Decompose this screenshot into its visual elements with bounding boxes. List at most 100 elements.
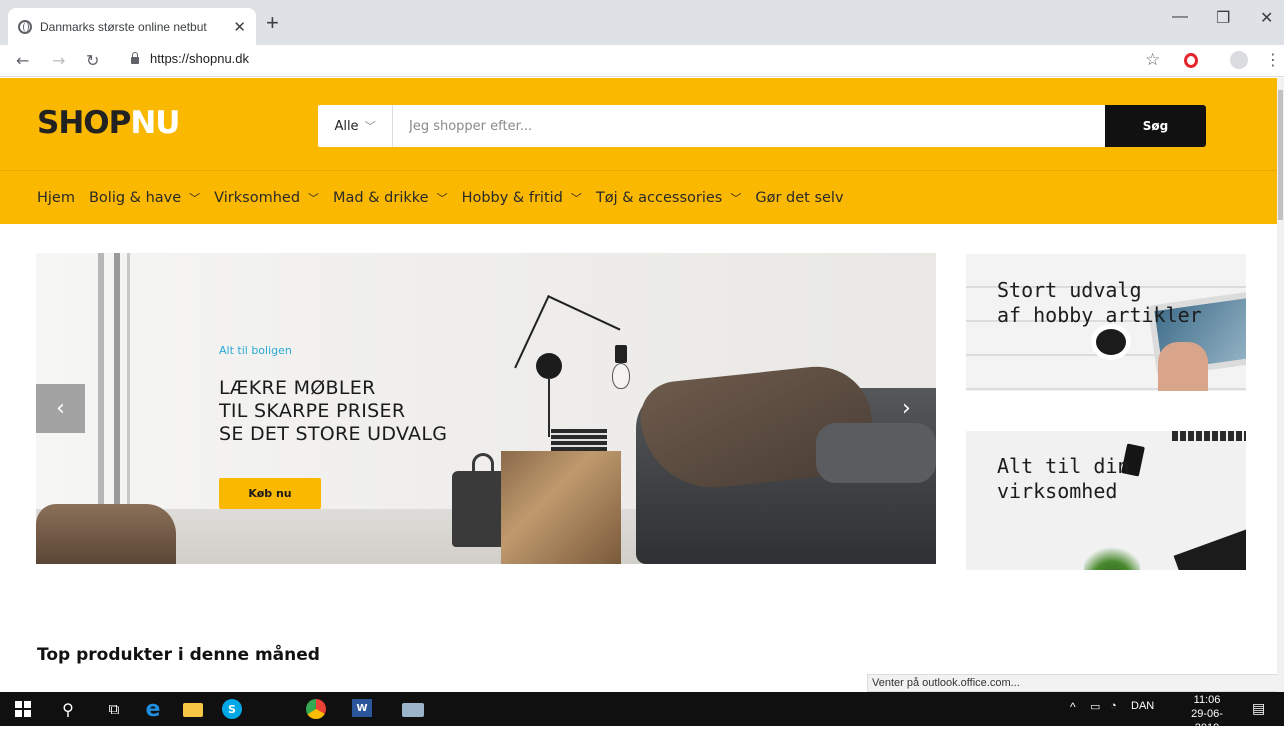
task-view-icon[interactable]: ⧉ bbox=[104, 699, 124, 719]
hobby-banner-text: Stort udvalg af hobby artikler bbox=[997, 278, 1202, 328]
windows-start-icon[interactable] bbox=[14, 700, 32, 718]
business-banner-line-2: virksomhed bbox=[997, 479, 1118, 503]
nav-item-label: Mad & drikke bbox=[333, 189, 429, 206]
nav-item-bolig-have[interactable]: Bolig & have ﹀ bbox=[89, 190, 200, 206]
battery-icon[interactable]: ▭ bbox=[1090, 700, 1100, 713]
nav-item-virksomhed[interactable]: Virksomhed ﹀ bbox=[214, 190, 319, 206]
nav-item-label: Hobby & fritid bbox=[461, 189, 563, 206]
hobby-banner-line-1: Stort udvalg bbox=[997, 278, 1142, 302]
restore-icon[interactable]: ❐ bbox=[1216, 8, 1230, 28]
notifications-icon[interactable]: ▤ bbox=[1252, 700, 1265, 717]
forward-arrow-icon[interactable]: → bbox=[52, 51, 65, 70]
category-label: Alle bbox=[334, 118, 359, 134]
hero-stool bbox=[36, 504, 176, 564]
chrome-icon[interactable] bbox=[306, 699, 326, 719]
wifi-icon[interactable]: ◔ bbox=[1110, 700, 1117, 712]
back-arrow-icon[interactable]: ← bbox=[16, 51, 29, 70]
scrollbar-thumb[interactable] bbox=[1278, 90, 1283, 220]
main-navigation: Hjem Bolig & have ﹀ Virksomhed ﹀ Mad & drikke… bbox=[0, 170, 1277, 224]
chevron-down-icon: ﹀ bbox=[436, 191, 448, 205]
buy-now-button[interactable]: Køb nu bbox=[219, 478, 321, 509]
profile-avatar-icon[interactable] bbox=[1230, 51, 1248, 69]
hero-window-frame bbox=[114, 253, 120, 513]
business-banner-text: Alt til din virksomhed bbox=[997, 454, 1129, 504]
browser-tab-strip: Danmarks største online netbut ✕ + — ❐ ✕ bbox=[0, 0, 1284, 45]
windows-taskbar: ⚲ ⧉ e S W ^ ▭ ◔ DAN 11:06 29-06-2019 ▤ bbox=[0, 692, 1284, 734]
nav-item-label: Gør det selv bbox=[755, 189, 844, 206]
windows-start-pane-2 bbox=[24, 701, 31, 708]
chevron-down-icon: ﹀ bbox=[730, 191, 742, 205]
close-tab-icon[interactable]: ✕ bbox=[233, 18, 246, 36]
hobby-banner-line-2: af hobby artikler bbox=[997, 303, 1202, 327]
chevron-down-icon: ﹀ bbox=[308, 191, 320, 205]
file-explorer-icon[interactable] bbox=[183, 703, 203, 717]
status-bar: Venter på outlook.office.com... bbox=[867, 674, 1284, 692]
browser-menu-icon[interactable]: ⋮ bbox=[1265, 50, 1281, 69]
nav-item-label: Tøj & accessories bbox=[595, 189, 723, 206]
hero-bulb-cap bbox=[615, 345, 627, 363]
chevron-down-icon: ﹀ bbox=[364, 120, 376, 133]
logo-part-1: SHOP bbox=[37, 105, 131, 141]
search-input[interactable] bbox=[393, 105, 1105, 147]
carousel-prev-icon[interactable]: ‹ bbox=[36, 384, 85, 433]
show-hidden-icons-icon[interactable]: ^ bbox=[1070, 700, 1076, 714]
nav-item-hobby-fritid[interactable]: Hobby & fritid ﹀ bbox=[462, 190, 582, 206]
hero-books bbox=[551, 429, 607, 451]
search-button[interactable]: Søg bbox=[1105, 105, 1206, 147]
minimize-icon[interactable]: — bbox=[1172, 8, 1188, 26]
search-icon[interactable]: ⚲ bbox=[58, 699, 78, 719]
clock[interactable]: 11:06 29-06-2019 bbox=[1182, 693, 1232, 735]
business-banner-tablet bbox=[1173, 528, 1246, 570]
site-logo[interactable]: SHOPNU bbox=[37, 105, 180, 141]
url-field[interactable]: https://shopnu.dk bbox=[131, 51, 249, 66]
windows-start-pane-3 bbox=[15, 710, 22, 717]
hero-title: LÆKRE MØBLER TIL SKARPE PRISER SE DET ST… bbox=[219, 377, 447, 446]
hero-lamp-base bbox=[536, 353, 562, 379]
tab-title: Danmarks største online netbut bbox=[40, 19, 207, 34]
nav-item-tøj-accessories[interactable]: Tøj & accessories ﹀ bbox=[596, 190, 741, 206]
hero-cushion bbox=[816, 423, 936, 483]
new-tab-button[interactable]: + bbox=[266, 10, 279, 36]
bookmark-star-icon[interactable]: ☆ bbox=[1145, 50, 1160, 70]
opera-extension-icon[interactable] bbox=[1184, 53, 1198, 68]
windows-start-pane-1 bbox=[15, 701, 22, 708]
category-select[interactable]: Alle ﹀ bbox=[318, 105, 393, 147]
hero-carousel[interactable]: Alt til boligen LÆKRE MØBLER TIL SKARPE … bbox=[36, 253, 936, 564]
hero-title-line-1: LÆKRE MØBLER bbox=[219, 377, 376, 399]
business-banner-line-1: Alt til din bbox=[997, 454, 1130, 478]
business-banner[interactable]: Alt til din virksomhed bbox=[966, 431, 1246, 570]
nav-item-label: Bolig & have bbox=[88, 189, 182, 206]
skype-icon[interactable]: S bbox=[222, 699, 242, 719]
reload-icon[interactable]: ↻ bbox=[86, 51, 99, 70]
page-scrollbar[interactable] bbox=[1277, 78, 1284, 692]
hero-wooden-box bbox=[501, 451, 621, 564]
hero-lamp-cord bbox=[548, 377, 550, 437]
internet-explorer-icon[interactable]: e bbox=[143, 697, 163, 722]
nav-item-label: Virksomhed bbox=[214, 189, 301, 206]
app-icon[interactable] bbox=[402, 703, 424, 717]
section-title: Top produkter i denne måned bbox=[37, 645, 320, 665]
browser-tab[interactable]: Danmarks største online netbut ✕ bbox=[8, 8, 256, 45]
word-icon[interactable]: W bbox=[352, 699, 372, 717]
lock-icon bbox=[131, 52, 139, 64]
clock-date: 29-06-2019 bbox=[1191, 708, 1223, 734]
hero-bulb bbox=[612, 363, 630, 389]
chevron-down-icon: ﹀ bbox=[570, 191, 582, 205]
chevron-down-icon: ﹀ bbox=[189, 191, 201, 205]
clock-time: 11:06 bbox=[1193, 694, 1221, 706]
hero-title-line-2: TIL SKARPE PRISER bbox=[219, 400, 406, 422]
search-bar: Alle ﹀ Søg bbox=[318, 105, 1206, 147]
language-indicator[interactable]: DAN bbox=[1131, 700, 1154, 712]
nav-item-label: Hjem bbox=[37, 189, 75, 206]
hobby-banner-cup bbox=[1096, 329, 1126, 355]
logo-part-2: NU bbox=[130, 105, 180, 141]
nav-item-hjem[interactable]: Hjem bbox=[37, 190, 75, 206]
carousel-next-icon[interactable]: › bbox=[902, 396, 911, 421]
hobby-banner[interactable]: Stort udvalg af hobby artikler bbox=[966, 254, 1246, 391]
nav-item-mad-drikke[interactable]: Mad & drikke ﹀ bbox=[333, 190, 448, 206]
close-window-icon[interactable]: ✕ bbox=[1260, 8, 1273, 28]
windows-start-pane-4 bbox=[24, 710, 31, 717]
site-header: SHOPNU Alle ﹀ Søg bbox=[0, 78, 1277, 170]
address-bar: ← → ↻ https://shopnu.dk ☆ ⋮ bbox=[0, 45, 1284, 77]
nav-item-gør-det-selv[interactable]: Gør det selv bbox=[755, 190, 843, 206]
